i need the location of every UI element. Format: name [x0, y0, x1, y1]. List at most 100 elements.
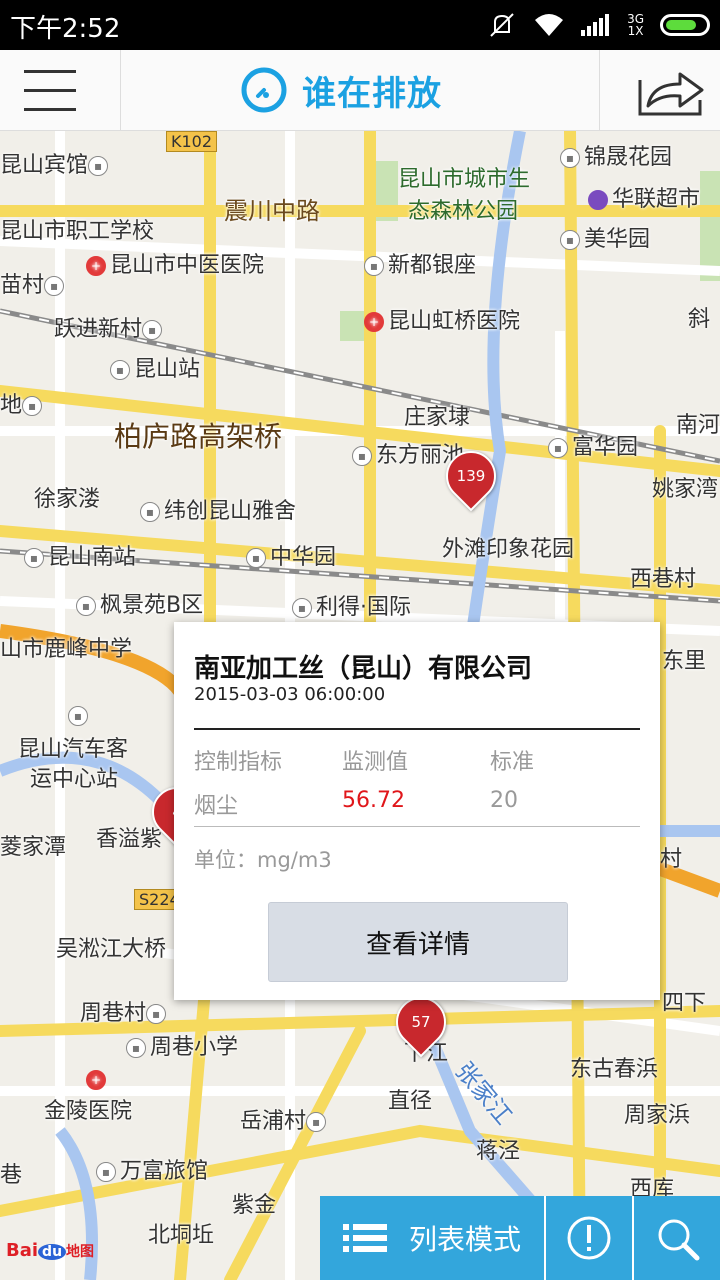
- poi-label: 庄家埭: [404, 405, 471, 430]
- hamburger-menu-icon: [24, 70, 76, 73]
- poi-label: ▪ 昆山站: [110, 351, 200, 383]
- poi-label: 昆山汽车客: [18, 737, 129, 762]
- poi-label: 华联超市: [588, 181, 700, 213]
- hospital-icon: +: [86, 1070, 106, 1090]
- poi-label: 村: [660, 847, 683, 872]
- battery-icon: [660, 14, 710, 36]
- header-standard: 标准: [490, 750, 535, 775]
- header-indicator: 控制指标: [194, 750, 283, 775]
- poi-label: ▪ 利得·国际: [292, 589, 411, 621]
- poi-label: 岳浦村 ▪: [240, 1103, 330, 1135]
- poi-label: 周巷村 ▪: [80, 995, 170, 1027]
- poi-label: + 昆山虹桥医院: [364, 303, 520, 335]
- mute-icon: [490, 13, 514, 37]
- poi-label: 直径: [388, 1089, 433, 1114]
- train-station-icon: ▪: [110, 360, 130, 380]
- menu-button[interactable]: [0, 50, 121, 130]
- list-mode-label: 列表模式: [408, 1223, 521, 1256]
- poi-label: ▪ 美华园: [560, 221, 650, 253]
- divider: [194, 728, 640, 730]
- poi-label: 姚家湾: [652, 477, 719, 502]
- road-label: 柏庐路高架桥: [114, 420, 283, 453]
- poi-label: 蒋泾: [476, 1139, 521, 1164]
- poi-dot-icon: ▪: [548, 438, 568, 458]
- poi-label: ▪ 周巷小学: [126, 1029, 238, 1061]
- info-popup: 南亚加工丝（昆山）有限公司 2015-03-03 06:00:00 控制指标 监…: [174, 622, 660, 1000]
- road-shield: K102: [166, 131, 218, 152]
- poi-label: + 昆山市中医医院: [86, 247, 264, 279]
- company-name: 南亚加工丝（昆山）有限公司: [194, 654, 533, 684]
- poi-label: 地 ▪: [0, 387, 46, 419]
- poi-label: ▪ 纬创昆山雅舍: [140, 493, 296, 525]
- poi-label: 态森林公园: [408, 199, 519, 224]
- poi-label: 香溢紫: [96, 827, 163, 852]
- poi-label: ▪ 新都银座: [364, 247, 476, 279]
- poi-dot-icon: ▪: [22, 396, 43, 416]
- poi-label: ▪: [68, 703, 92, 728]
- status-icons: 3G 1X: [487, 8, 710, 42]
- list-mode-button[interactable]: 列表模式: [320, 1196, 546, 1280]
- alert-icon: [567, 1216, 611, 1260]
- poi-label: 徐家溇: [34, 487, 101, 512]
- poi-label: +: [86, 1067, 110, 1092]
- poi-label: 北垌坵: [148, 1223, 215, 1248]
- divider: [194, 826, 640, 827]
- hotel-icon: ▪: [96, 1162, 116, 1182]
- search-button[interactable]: [634, 1196, 720, 1280]
- poi-label: 周家浜: [624, 1103, 691, 1128]
- hotel-icon: ▪: [88, 156, 109, 176]
- search-icon: [658, 1219, 700, 1261]
- poi-label: 菱家潭: [0, 835, 67, 860]
- baidu-map-logo: Bai du 地图: [6, 1240, 95, 1261]
- poi-label: ▪ 富华园: [548, 429, 638, 461]
- poi-label: 昆山宾馆 ▪: [0, 147, 112, 179]
- app-header: 谁在排放: [0, 50, 720, 131]
- poi-dot-icon: ▪: [44, 276, 65, 296]
- poi-label: 斜: [688, 307, 711, 332]
- poi-label: ▪ 中华园: [246, 539, 336, 571]
- app-logo-icon: [241, 67, 287, 113]
- poi-dot-icon: ▪: [352, 446, 372, 466]
- poi-label: ▪ 枫景苑B区: [76, 587, 203, 619]
- poi-dot-icon: ▪: [246, 548, 266, 568]
- share-button[interactable]: [599, 50, 720, 130]
- poi-dot-icon: ▪: [142, 320, 163, 340]
- hospital-icon: +: [86, 256, 106, 276]
- poi-dot-icon: ▪: [126, 1038, 146, 1058]
- hospital-icon: +: [364, 312, 384, 332]
- poi-label: ▪ 昆山南站: [24, 539, 136, 571]
- alert-button[interactable]: [546, 1196, 634, 1280]
- poi-dot-icon: ▪: [292, 598, 312, 618]
- poi-label: 外滩印象花园: [442, 537, 575, 562]
- poi-dot-icon: ▪: [560, 148, 580, 168]
- value-indicator: 烟尘: [194, 794, 239, 819]
- poi-dot-icon: ▪: [306, 1112, 327, 1132]
- wifi-icon: [535, 14, 564, 36]
- unit-label: 单位：mg/m3: [194, 848, 332, 872]
- list-icon: [342, 1224, 387, 1252]
- poi-label: 跃进新村 ▪: [54, 311, 166, 343]
- view-details-button[interactable]: 查看详情: [268, 902, 568, 982]
- supermarket-icon: [588, 190, 608, 210]
- page-title: 谁在排放: [302, 73, 442, 114]
- poi-label: 昆山市职工学校: [0, 219, 155, 244]
- poi-dot-icon: ▪: [364, 256, 384, 276]
- value-standard: 20: [490, 788, 518, 813]
- network-type-label: 3G 1X: [627, 12, 644, 38]
- poi-dot-icon: ▪: [560, 230, 580, 250]
- poi-dot-icon: ▪: [140, 502, 160, 522]
- share-icon: [638, 72, 704, 116]
- poi-label: 南河: [676, 413, 720, 438]
- poi-label: 昆山市城市生: [398, 167, 531, 192]
- poi-label: ▪ 万富旅馆: [96, 1153, 208, 1185]
- value-measured: 56.72: [342, 788, 405, 813]
- header-measured: 监测值: [342, 750, 409, 775]
- poi-dot-icon: ▪: [146, 1004, 167, 1024]
- road-label: 震川中路: [224, 197, 320, 225]
- poi-label: 山市鹿峰中学: [0, 637, 133, 662]
- poi-label: 运中心站: [30, 767, 119, 792]
- status-bar: 下午2:52 3G 1X: [0, 0, 720, 50]
- hamburger-menu-icon: [24, 89, 76, 92]
- poi-label: 苗村 ▪: [0, 267, 68, 299]
- train-station-icon: ▪: [24, 548, 44, 568]
